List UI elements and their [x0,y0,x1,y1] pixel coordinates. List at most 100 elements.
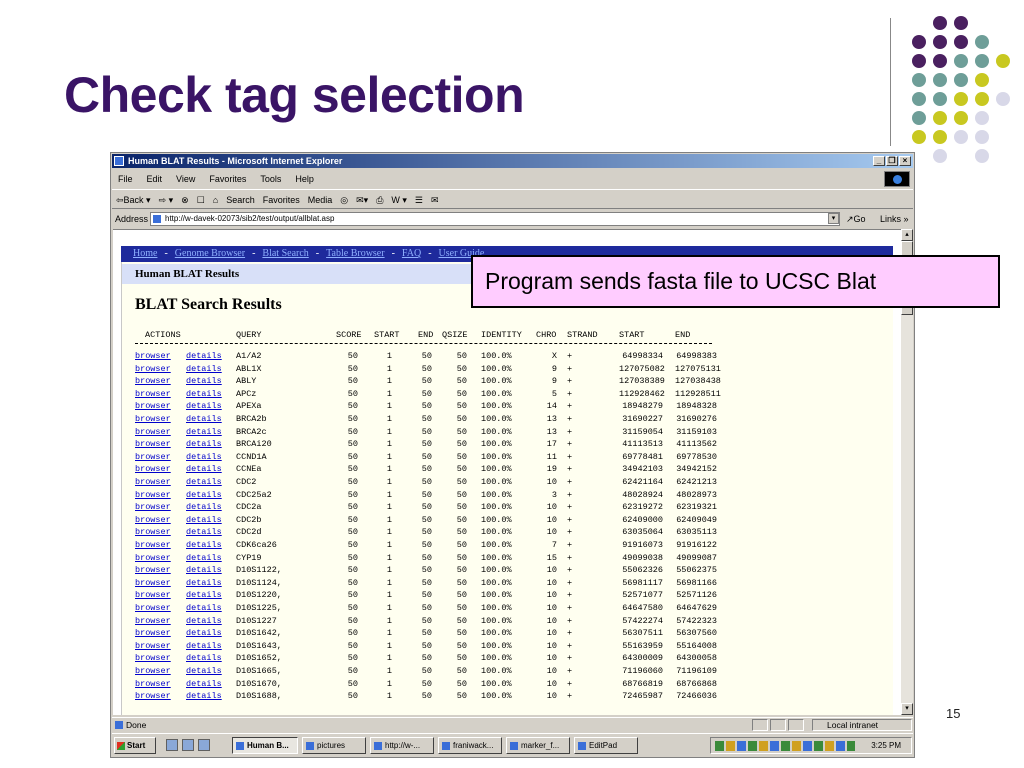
details-link[interactable]: details [186,363,222,375]
home-button[interactable]: ⌂ [213,190,218,208]
task-franiwack[interactable]: franiwack... [438,737,502,754]
browser-link[interactable]: browser [135,363,171,375]
details-link[interactable]: details [186,678,222,690]
browser-link[interactable]: browser [135,514,171,526]
browser-link[interactable]: browser [135,589,171,601]
browser-link[interactable]: browser [135,602,171,614]
back-button[interactable]: ⇦Back ▾ [116,190,151,208]
browser-link[interactable]: browser [135,400,171,412]
task-http[interactable]: http://w-... [370,737,434,754]
scroll-down-icon[interactable]: ▾ [901,703,913,715]
details-link[interactable]: details [186,350,222,362]
browser-link[interactable]: browser [135,489,171,501]
go-button[interactable]: ↗Go [846,210,866,228]
details-link[interactable]: details [186,539,222,551]
browser-link[interactable]: browser [135,438,171,450]
browser-link[interactable]: browser [135,476,171,488]
desktop-icon[interactable] [166,739,178,751]
refresh-button[interactable]: ☐ [197,190,205,208]
details-link[interactable]: details [186,400,222,412]
browser-link[interactable]: browser [135,690,171,702]
details-link[interactable]: details [186,489,222,501]
browser-link[interactable]: browser [135,388,171,400]
forward-button[interactable]: ⇨ ▾ [159,190,174,208]
details-link[interactable]: details [186,552,222,564]
tray-icons[interactable] [715,741,855,751]
details-link[interactable]: details [186,665,222,677]
outlook-icon[interactable] [198,739,210,751]
details-link[interactable]: details [186,463,222,475]
media-button[interactable]: Media [308,190,333,208]
browser-link[interactable]: browser [135,640,171,652]
browser-link[interactable]: browser [135,665,171,677]
browser-link[interactable]: browser [135,539,171,551]
details-link[interactable]: details [186,375,222,387]
favorites-button[interactable]: Favorites [263,190,300,208]
browser-link[interactable]: browser [135,577,171,589]
browser-link[interactable]: browser [135,678,171,690]
details-link[interactable]: details [186,526,222,538]
window-titlebar[interactable]: Human BLAT Results - Microsoft Internet … [112,154,913,168]
history-button[interactable]: ◎ [340,190,348,208]
menu-tools[interactable]: Tools [260,170,281,188]
browser-link[interactable]: browser [135,413,171,425]
details-link[interactable]: details [186,627,222,639]
browser-link[interactable]: browser [135,375,171,387]
details-link[interactable]: details [186,388,222,400]
browser-link[interactable]: browser [135,501,171,513]
scroll-up-icon[interactable]: ▴ [901,229,913,241]
task-pictures[interactable]: pictures [302,737,366,754]
menu-help[interactable]: Help [295,170,314,188]
details-link[interactable]: details [186,615,222,627]
mail-button[interactable]: ✉▾ [356,190,368,208]
nav-blat-search[interactable]: Blat Search [262,248,308,259]
browser-link[interactable]: browser [135,463,171,475]
browser-link[interactable]: browser [135,652,171,664]
details-link[interactable]: details [186,652,222,664]
browser-link[interactable]: browser [135,451,171,463]
browser-link[interactable]: browser [135,552,171,564]
address-input[interactable]: http://w-davek-02073/sib2/test/output/al… [150,212,840,226]
details-link[interactable]: details [186,451,222,463]
restore-button[interactable]: ❐ [886,156,898,166]
browser-link[interactable]: browser [135,350,171,362]
details-link[interactable]: details [186,690,222,702]
details-link[interactable]: details [186,577,222,589]
details-link[interactable]: details [186,413,222,425]
messenger-button[interactable]: ✉ [431,190,439,208]
details-link[interactable]: details [186,514,222,526]
details-link[interactable]: details [186,602,222,614]
nav-table-browser[interactable]: Table Browser [326,248,384,259]
browser-link[interactable]: browser [135,564,171,576]
menu-file[interactable]: File [118,170,133,188]
minimize-button[interactable]: _ [873,156,885,166]
print-button[interactable]: ⎙ [376,190,383,208]
task-editpad[interactable]: EditPad [574,737,638,754]
stop-button[interactable]: ⊗ [181,190,189,208]
discuss-button[interactable]: ☰ [415,190,423,208]
browser-link[interactable]: browser [135,627,171,639]
details-link[interactable]: details [186,501,222,513]
browser-link[interactable]: browser [135,526,171,538]
menu-edit[interactable]: Edit [147,170,163,188]
menu-view[interactable]: View [176,170,195,188]
browser-link[interactable]: browser [135,615,171,627]
nav-home[interactable]: Home [133,248,157,259]
details-link[interactable]: details [186,426,222,438]
details-link[interactable]: details [186,438,222,450]
address-dropdown-icon[interactable]: ▾ [828,213,839,224]
nav-faq[interactable]: FAQ [402,248,421,259]
search-button[interactable]: Search [226,190,255,208]
start-button[interactable]: Start [114,737,156,754]
task-human-blat[interactable]: Human B... [232,737,298,754]
details-link[interactable]: details [186,640,222,652]
browser-link[interactable]: browser [135,426,171,438]
edit-button[interactable]: W ▾ [391,190,407,208]
close-button[interactable]: × [899,156,911,166]
details-link[interactable]: details [186,476,222,488]
ie-icon[interactable] [182,739,194,751]
task-marker[interactable]: marker_f... [506,737,570,754]
details-link[interactable]: details [186,564,222,576]
nav-genome-browser[interactable]: Genome Browser [175,248,245,259]
links-button[interactable]: Links » [880,210,909,228]
